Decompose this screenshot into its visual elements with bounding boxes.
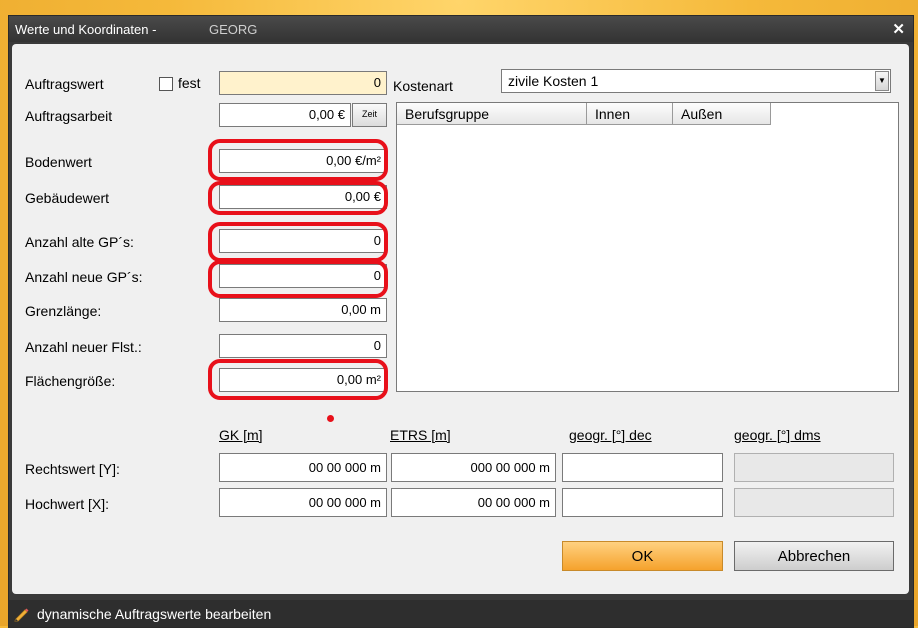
dialog-panel: Auftragswert fest 0 Auftragsarbeit 0,00 … <box>12 44 909 594</box>
highlight-bodenwert <box>208 139 388 181</box>
bodenwert-label: Bodenwert <box>25 154 92 170</box>
kostenart-selected: zivile Kosten 1 <box>508 73 599 89</box>
red-dot-mark <box>327 415 334 422</box>
fest-label: fest <box>178 75 201 91</box>
hochwert-geo-dec-input[interactable] <box>562 488 723 517</box>
anzahl-flst-input[interactable]: 0 <box>219 334 387 358</box>
hochwert-label: Hochwert [X]: <box>25 496 110 512</box>
gk-header: GK [m] <box>219 427 263 443</box>
title-bar[interactable]: Werte und Koordinaten - GEORG ✕ <box>9 16 913 42</box>
chevron-down-icon[interactable]: ▼ <box>875 71 889 91</box>
kostenart-dropdown[interactable]: zivile Kosten 1 ▼ <box>501 69 891 93</box>
hochwert-etrs-input[interactable]: 00 00 000 m <box>391 488 556 517</box>
anzahl-flst-label: Anzahl neuer Flst.: <box>25 339 142 355</box>
ok-button[interactable]: OK <box>562 541 723 571</box>
geo-dms-header: geogr. [°] dms <box>734 427 821 443</box>
pencil-icon <box>14 608 29 622</box>
column-header-aussen[interactable]: Außen <box>673 103 771 125</box>
highlight-anzahl-alte <box>208 222 388 262</box>
gebaeudewert-label: Gebäudewert <box>25 190 110 206</box>
auftragswert-label: Auftragswert <box>25 76 104 92</box>
cancel-button[interactable]: Abbrechen <box>734 541 894 571</box>
status-text[interactable]: dynamische Auftragswerte bearbeiten <box>37 606 271 622</box>
rechtswert-geo-dms-input <box>734 453 894 482</box>
anzahl-alte-label: Anzahl alte GP´s: <box>25 234 134 250</box>
highlight-flaechengroesse <box>208 359 388 400</box>
kostenart-label: Kostenart <box>393 78 453 94</box>
window-subtitle: GEORG <box>209 22 258 37</box>
rechtswert-label: Rechtswert [Y]: <box>25 461 120 477</box>
flaechengroesse-label: Flächengröße: <box>25 373 116 389</box>
fest-checkbox[interactable] <box>159 77 173 91</box>
auftragsarbeit-input[interactable]: 0,00 € <box>219 103 351 127</box>
column-header-berufsgruppe[interactable]: Berufsgruppe <box>397 103 587 125</box>
berufsgruppe-table[interactable]: Berufsgruppe Innen Außen <box>396 102 899 392</box>
rechtswert-geo-dec-input[interactable] <box>562 453 723 482</box>
highlight-anzahl-neue <box>208 260 388 298</box>
hochwert-gk-input[interactable]: 00 00 000 m <box>219 488 387 517</box>
grenzlaenge-label: Grenzlänge: <box>25 303 102 319</box>
anzahl-neue-label: Anzahl neue GP´s: <box>25 269 143 285</box>
geo-dec-header: geogr. [°] dec <box>569 427 652 443</box>
grenzlaenge-input[interactable]: 0,00 m <box>219 298 387 322</box>
window-title: Werte und Koordinaten - <box>15 22 157 37</box>
rechtswert-etrs-input[interactable]: 000 00 000 m <box>391 453 556 482</box>
auftragswert-input[interactable]: 0 <box>219 71 387 95</box>
zeit-button[interactable]: Zeit <box>352 103 387 127</box>
status-bar: dynamische Auftragswerte bearbeiten <box>9 600 913 627</box>
rechtswert-gk-input[interactable]: 00 00 000 m <box>219 453 387 482</box>
highlight-gebaeudewert <box>208 181 388 215</box>
etrs-header: ETRS [m] <box>390 427 451 443</box>
close-icon[interactable]: ✕ <box>892 20 905 38</box>
hochwert-geo-dms-input <box>734 488 894 517</box>
dialog-window: Werte und Koordinaten - GEORG ✕ Auftrags… <box>8 15 914 628</box>
column-header-innen[interactable]: Innen <box>587 103 673 125</box>
auftragsarbeit-label: Auftragsarbeit <box>25 108 113 124</box>
